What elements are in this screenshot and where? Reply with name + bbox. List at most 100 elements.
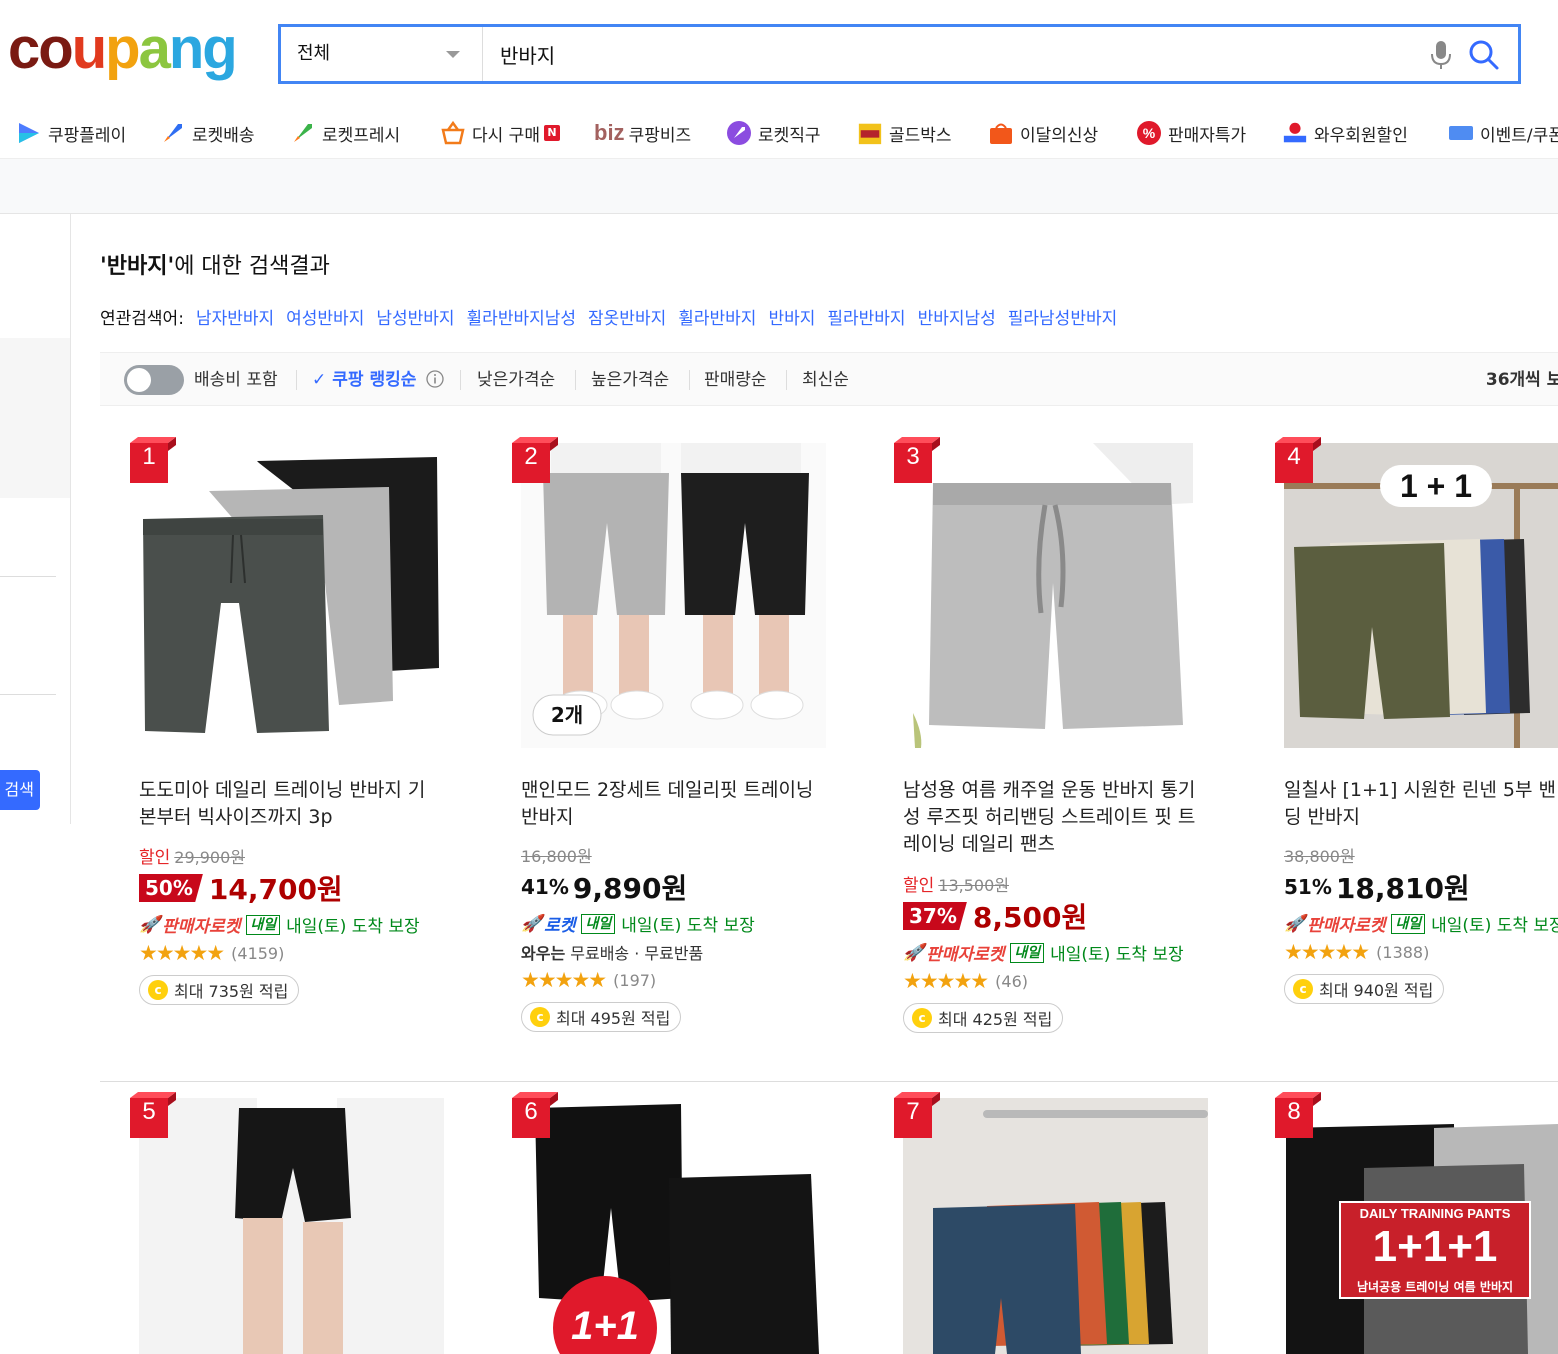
nav-label: 쿠팡비즈 xyxy=(628,125,692,146)
sort-newest[interactable]: 최신순 xyxy=(802,353,849,407)
header: coupang 전체 xyxy=(0,0,1558,100)
nav-item-coupang-biz[interactable]: biz 쿠팡비즈 xyxy=(594,118,691,148)
rank-number: 5 xyxy=(142,1098,156,1125)
product-image[interactable] xyxy=(139,443,444,748)
sidebar-search-button[interactable]: 검색 xyxy=(0,770,40,810)
product-name[interactable]: 일칠사 [1+1] 시원한 린넨 5부 밴딩 반바지 xyxy=(1284,777,1558,831)
shipping-toggle-label: 배송비 포함 xyxy=(194,370,278,390)
related-link[interactable]: 남성반바지 xyxy=(376,309,454,329)
rocket-icon: 🚀 xyxy=(521,913,543,934)
chevron-down-icon xyxy=(446,51,460,58)
wow-icon xyxy=(1282,120,1308,146)
image-promo-title: DAILY TRAINING PANTS xyxy=(1359,1206,1511,1221)
coupang-logo[interactable]: coupang xyxy=(8,14,238,84)
related-link[interactable]: 휠라반바지남성 xyxy=(467,309,576,329)
rocket-icon: 🚀 xyxy=(1284,913,1306,934)
search-input[interactable] xyxy=(484,27,1414,81)
nav-item-rebuy[interactable]: 다시 구매 N xyxy=(440,118,560,148)
nav-item-rocket-global[interactable]: 로켓직구 xyxy=(726,118,821,148)
rank-badge: 1 xyxy=(130,437,176,483)
related-link[interactable]: 필라반바지 xyxy=(827,309,905,329)
nav-label: 로켓배송 xyxy=(192,125,255,146)
original-price: 13,500원 xyxy=(938,876,1009,895)
product-name[interactable]: 남성용 여름 캐주얼 운동 반바지 통기성 루즈핏 허리밴딩 스트레이트 핏 트… xyxy=(903,777,1203,858)
shipping-fee-toggle[interactable] xyxy=(124,365,184,395)
category-select[interactable]: 전체 xyxy=(281,27,483,81)
related-label: 연관검색어: xyxy=(100,309,184,329)
product-image[interactable] xyxy=(903,443,1208,748)
related-link[interactable]: 잠옷반바지 xyxy=(588,309,666,329)
points-badge: c 최대 735원 적립 xyxy=(139,975,300,1005)
product-image[interactable]: 1+1 xyxy=(521,1098,826,1354)
tomorrow-badge: 내일 xyxy=(1010,942,1045,963)
product-name[interactable]: 도도미아 데일리 트레이닝 반바지 기본부터 빅사이즈까지 3p xyxy=(139,777,439,831)
nav-item-goldbox[interactable]: 골드박스 xyxy=(857,118,952,148)
rank-number: 4 xyxy=(1287,443,1301,470)
sort-low-price[interactable]: 낮은가격순 xyxy=(477,353,555,407)
sidebar-block xyxy=(0,338,70,498)
basket-icon xyxy=(440,120,466,146)
rank-badge: 6 xyxy=(512,1092,558,1138)
nav-item-new-arrivals[interactable]: 이달의신상 xyxy=(988,118,1098,148)
product-image[interactable]: 2개 xyxy=(521,443,826,748)
product-image[interactable]: 1 + 1 xyxy=(1284,443,1558,748)
nav-item-events[interactable]: 이벤트/쿠폰 xyxy=(1448,118,1558,148)
tomorrow-badge: 내일 xyxy=(246,914,281,935)
rank-badge: 7 xyxy=(894,1092,940,1138)
delivery-type: 판매자로켓 xyxy=(1307,916,1386,936)
sort-separator xyxy=(786,370,787,390)
product-image[interactable]: DAILY TRAINING PANTS 1+1+1 남녀공용 트레이닝 여름 … xyxy=(1284,1098,1558,1354)
view-count-select[interactable]: 36개씩 보기 xyxy=(1486,353,1558,407)
rank-number: 3 xyxy=(906,443,920,470)
nav-label: 로켓직구 xyxy=(758,125,821,146)
image-promo-badge: 1+1 xyxy=(571,1304,639,1348)
delivery-text: 내일(토) 도착 보장 xyxy=(621,916,755,936)
nav-item-wow-discount[interactable]: 와우회원할인 xyxy=(1282,118,1408,148)
star-rating-icon: ★★★★★ xyxy=(903,969,989,993)
star-rating-icon: ★★★★★ xyxy=(1284,940,1370,964)
sale-price: 9,890원 xyxy=(572,872,688,905)
sort-coupang-ranking[interactable]: ✓ 쿠팡 랭킹순 xyxy=(312,353,444,407)
sort-sales[interactable]: 판매량순 xyxy=(704,353,767,407)
sort-separator xyxy=(575,370,576,390)
sale-price: 18,810원 xyxy=(1335,872,1470,905)
rocket-fresh-icon xyxy=(290,120,316,146)
related-link[interactable]: 반바지 xyxy=(768,309,815,329)
rank-badge: 8 xyxy=(1275,1092,1321,1138)
category-select-value: 전체 xyxy=(297,43,331,64)
nav-item-seller-deals[interactable]: % 판매자특가 xyxy=(1136,118,1246,148)
nav-item-rocket-fresh[interactable]: 로켓프레시 xyxy=(290,118,400,148)
search-icon[interactable] xyxy=(1468,39,1500,71)
info-icon[interactable] xyxy=(426,370,444,388)
microphone-icon[interactable] xyxy=(1428,40,1454,70)
product-image[interactable] xyxy=(903,1098,1208,1354)
points-text: 최대 735원 적립 xyxy=(174,982,289,1001)
product-name[interactable]: 맨인모드 2장세트 데일리핏 트레이닝 반바지 xyxy=(521,777,821,831)
related-link[interactable]: 휠라반바지 xyxy=(678,309,756,329)
results-suffix: 에 대한 검색결과 xyxy=(174,254,330,279)
related-link[interactable]: 반바지남성 xyxy=(918,309,996,329)
nav-item-rocket-delivery[interactable]: 로켓배송 xyxy=(160,118,255,148)
related-link[interactable]: 필라남성반바지 xyxy=(1008,309,1117,329)
wow-benefits: 무료배송 · 무료반품 xyxy=(565,944,704,963)
sort-separator xyxy=(460,370,461,390)
coin-icon: c xyxy=(530,1007,550,1027)
related-link[interactable]: 남자반바지 xyxy=(196,309,274,329)
nav-item-coupang-play[interactable]: 쿠팡플레이 xyxy=(16,118,126,148)
category-nav: 쿠팡플레이 로켓배송 로켓프레시 다시 구매 N biz 쿠팡비즈 로켓직구 골… xyxy=(0,104,1558,158)
svg-text:%: % xyxy=(1143,125,1156,141)
original-price: 16,800원 xyxy=(521,847,592,866)
sort-high-price[interactable]: 높은가격순 xyxy=(591,353,669,407)
related-link[interactable]: 여성반바지 xyxy=(286,309,364,329)
image-count-badge: 2개 xyxy=(550,703,584,727)
rank-number: 8 xyxy=(1287,1098,1301,1125)
wow-label: 와우는 xyxy=(521,944,566,963)
nav-label: 와우회원할인 xyxy=(1314,125,1408,146)
star-rating-icon: ★★★★★ xyxy=(521,968,607,992)
product-image[interactable] xyxy=(139,1098,444,1354)
points-badge: c 최대 495원 적립 xyxy=(521,1002,682,1032)
sort-label: 쿠팡 랭킹순 xyxy=(332,370,417,390)
points-badge: c 최대 940원 적립 xyxy=(1284,974,1445,1004)
goldbox-icon xyxy=(857,120,883,146)
discount-label: 할인 xyxy=(139,848,171,868)
